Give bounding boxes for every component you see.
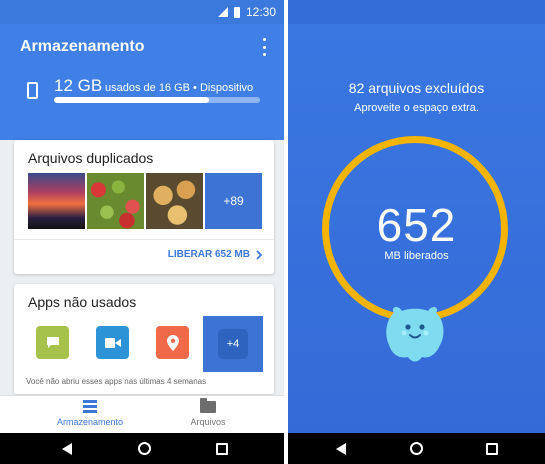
storage-progress-bar [54,97,260,103]
sunset-photo-thumbnail[interactable] [28,173,85,229]
home-icon[interactable] [410,442,423,455]
thumbnail-row: +89 [28,173,262,229]
divider [14,239,274,240]
cleanup-result-screen: 82 arquivos excluídos Aproveite o espaço… [288,0,545,464]
status-bar [288,0,545,24]
back-icon[interactable] [62,443,72,455]
recent-apps-icon[interactable] [216,443,228,455]
more-apps-tile[interactable]: +4 [203,316,263,372]
system-navigation-bar [0,433,284,464]
card-title: Arquivos duplicados [28,150,154,166]
bottom-navigation: Armazenamento Arquivos [0,395,284,433]
back-icon[interactable] [336,443,346,455]
card-title: Apps não usados [28,294,137,310]
storage-screen: 12:30 Armazenamento 12 GB usados de 16 G… [0,0,284,464]
video-app-icon[interactable] [96,326,129,359]
more-apps-count: +4 [218,329,248,359]
storage-progress-fill [54,97,209,103]
recent-apps-icon[interactable] [486,443,498,455]
pastries-photo-thumbnail[interactable] [146,173,203,229]
deleted-files-subtitle: Aproveite o espaço extra. [354,102,479,114]
phone-device-icon [27,82,38,99]
maps-app-icon[interactable] [156,326,189,359]
battery-icon [233,6,240,18]
nav-storage-tab[interactable]: Armazenamento [30,400,150,427]
app-tiles-row [36,326,189,359]
freed-space-unit: MB liberados [384,250,449,262]
messages-app-icon[interactable] [36,326,69,359]
app-header: Armazenamento 12 GB usados de 16 GB • Di… [0,24,284,140]
nav-storage-label: Armazenamento [56,417,124,427]
system-navigation-bar [288,433,545,464]
storage-detail: usados de 16 GB • Dispositivo [105,82,254,94]
chevron-right-icon [256,249,262,260]
list-icon [83,400,97,414]
unused-apps-card[interactable]: Apps não usados +4 Você não abriu esses … [14,284,274,394]
page-title: Armazenamento [20,38,145,55]
folder-icon [200,398,216,413]
free-space-button[interactable]: LIBERAR 652 MB [168,249,262,260]
more-options-icon[interactable] [260,38,268,56]
storage-used: 12 GB [54,76,103,95]
mascot-icon [386,306,444,362]
home-icon[interactable] [138,442,151,455]
nav-files-label: Arquivos [190,417,226,427]
status-time: 12:30 [245,5,276,19]
unused-apps-note: Você não abriu esses apps nas últimas 4 … [26,377,207,386]
freed-space-value: 652 [376,199,457,251]
deleted-files-title: 82 arquivos excluídos [348,80,485,96]
more-photos-count: +89 [223,194,244,208]
status-bar: 12:30 [0,0,284,24]
duplicate-files-card[interactable]: Arquivos duplicados +89 LIBERAR 652 MB [14,140,274,274]
more-photos-thumbnail[interactable]: +89 [205,173,262,229]
nav-files-tab[interactable]: Arquivos [148,398,268,427]
signal-icon [217,7,228,17]
apples-photo-thumbnail[interactable] [87,173,144,229]
free-space-label: LIBERAR 652 MB [167,249,250,260]
